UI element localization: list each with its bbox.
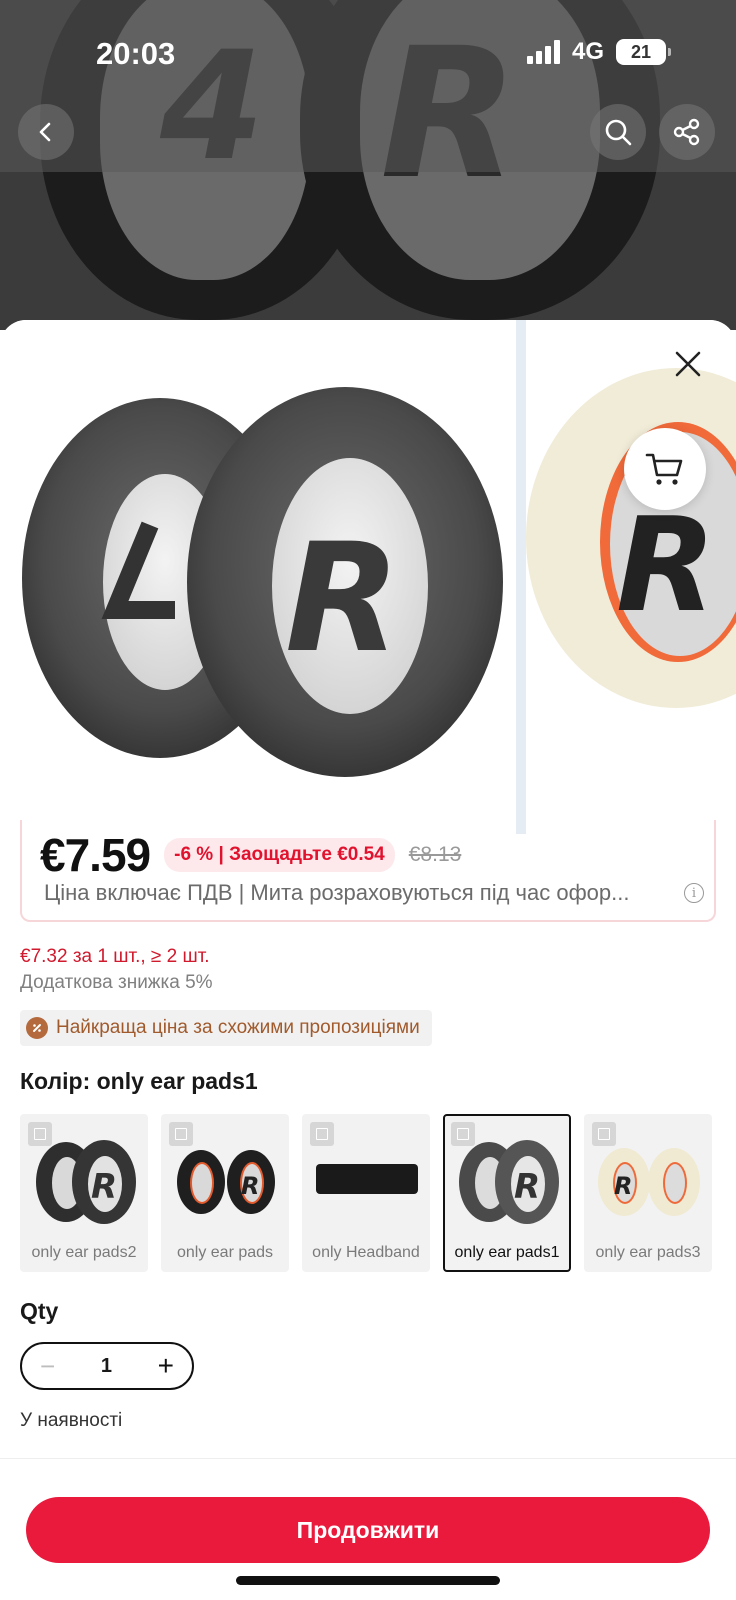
price-summary: €7.59 -6 % | Заощадьте €0.54 €8.13 Ціна …	[20, 820, 716, 922]
variant-label: only ear pads3	[595, 1244, 701, 1261]
cart-icon	[645, 453, 683, 485]
close-button[interactable]	[660, 336, 716, 392]
product-image-gallery[interactable]: R R	[0, 320, 736, 834]
network-type: 4G	[571, 38, 604, 65]
sku-bottom-sheet: R R €7.59 -6 % | Заощадьте €0.54 €8.13 Ц…	[0, 320, 736, 1600]
status-indicators: 4G 21	[526, 38, 671, 66]
back-button[interactable]	[18, 104, 74, 160]
search-icon	[605, 119, 632, 146]
battery-level: 21	[630, 41, 652, 62]
variant-only-ear-pads3[interactable]: R only ear pads3	[584, 1114, 712, 1272]
status-time: 20:03	[96, 36, 176, 71]
svg-text:R: R	[91, 1167, 117, 1207]
variant-only-ear-pads2[interactable]: R only ear pads2	[20, 1114, 148, 1272]
variant-thumbnail: R	[459, 1140, 559, 1224]
quantity-stepper: − 1 +	[20, 1342, 194, 1390]
quantity-title: Qty	[20, 1298, 59, 1324]
continue-button[interactable]: Продовжити	[26, 1497, 710, 1563]
price-row: €7.59 -6 % | Заощадьте €0.54 €8.13	[40, 828, 461, 882]
share-icon	[673, 118, 700, 146]
variant-label: only ear pads1	[454, 1244, 560, 1261]
vat-note: Ціна включає ПДВ | Мита розраховуються п…	[44, 880, 630, 905]
page-backdrop[interactable]: 4 R 20:03 4G 21	[0, 0, 736, 330]
color-title: Колір: only ear pads1	[20, 1068, 258, 1094]
variant-thumbnail: R	[598, 1148, 700, 1216]
original-price: €8.13	[408, 843, 462, 866]
svg-text:R: R	[241, 1172, 259, 1200]
svg-text:R: R	[514, 1167, 540, 1207]
color-variant-list: R only ear pads2 R only ear pads only He…	[20, 1114, 712, 1272]
quantity-value[interactable]: 1	[101, 1355, 112, 1378]
best-price-text: Найкраща ціна за схожими пропозиціями	[56, 1017, 420, 1038]
product-image-main[interactable]: R	[0, 320, 516, 834]
variant-only-ear-pads[interactable]: R only ear pads	[161, 1114, 289, 1272]
stock-status: У наявності	[20, 1410, 123, 1431]
search-button[interactable]	[590, 104, 646, 160]
current-price: €7.59	[40, 829, 151, 881]
product-image-next[interactable]: R	[526, 320, 736, 834]
svg-text:R: R	[616, 489, 716, 641]
best-price-badge: Найкраща ціна за схожими пропозиціями	[20, 1010, 432, 1046]
increase-quantity-button[interactable]: +	[158, 1350, 174, 1382]
variant-only-ear-pads1[interactable]: R only ear pads1	[443, 1114, 571, 1272]
signal-icon	[526, 40, 560, 64]
variant-label: only Headband	[312, 1244, 420, 1261]
battery-icon: 21	[616, 39, 671, 65]
svg-text:R: R	[614, 1172, 632, 1200]
decrease-quantity-button[interactable]: −	[40, 1351, 55, 1382]
variant-thumbnail: R	[177, 1150, 275, 1214]
svg-text:R: R	[285, 512, 401, 686]
home-indicator[interactable]	[236, 1576, 500, 1585]
vat-note-row[interactable]: Ціна включає ПДВ | Мита розраховуються п…	[44, 880, 704, 906]
cart-button[interactable]	[624, 428, 706, 510]
variant-label: only ear pads	[176, 1244, 274, 1261]
extra-discount: Додаткова знижка 5%	[20, 972, 213, 993]
variant-label: only ear pads2	[31, 1244, 137, 1261]
variant-thumbnail: R	[36, 1140, 136, 1224]
variant-thumbnail	[316, 1164, 418, 1194]
share-button[interactable]	[659, 104, 715, 160]
best-price-icon	[26, 1017, 48, 1039]
bulk-price: €7.32 за 1 шт., ≥ 2 шт.	[20, 946, 210, 967]
close-icon	[675, 351, 701, 377]
gallery-slide-divider	[516, 320, 526, 834]
info-icon[interactable]: i	[684, 883, 704, 903]
discount-badge: -6 % | Заощадьте €0.54	[164, 838, 395, 872]
variant-only-headband[interactable]: only Headband	[302, 1114, 430, 1272]
chevron-left-icon	[39, 122, 51, 142]
